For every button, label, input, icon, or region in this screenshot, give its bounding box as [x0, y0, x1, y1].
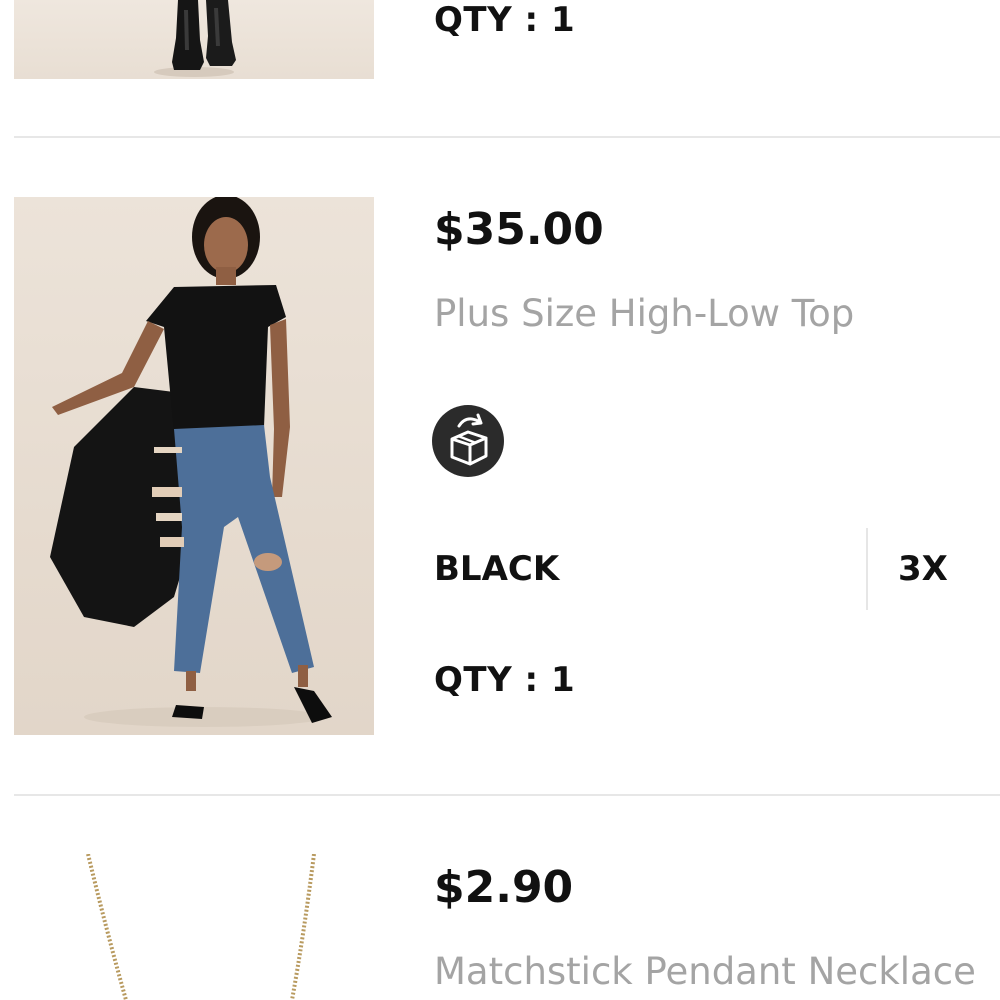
product-price: $35.00: [434, 204, 604, 255]
item-divider: [14, 794, 1000, 796]
cart-item-1: QTY : 1: [0, 0, 1000, 137]
shopping-bag-list: QTY : 1 $35.00 Plus Size High-Low Top BL…: [0, 0, 1000, 1000]
product-image-boots[interactable]: [14, 0, 374, 79]
product-image-pendant-necklace[interactable]: [14, 854, 374, 1000]
product-image-high-low-top[interactable]: [14, 197, 374, 735]
attribute-separator: [866, 528, 868, 610]
product-color: BLACK: [434, 549, 560, 589]
quantity-label[interactable]: QTY : 1: [434, 660, 575, 700]
return-box-icon[interactable]: [432, 405, 504, 477]
product-name[interactable]: Matchstick Pendant Necklace: [434, 950, 976, 993]
quantity-label: QTY : 1: [434, 0, 576, 40]
product-size: 3X: [898, 549, 948, 589]
item-divider: [14, 136, 1000, 138]
product-name[interactable]: Plus Size High-Low Top: [434, 292, 854, 335]
product-price: $2.90: [434, 862, 574, 913]
